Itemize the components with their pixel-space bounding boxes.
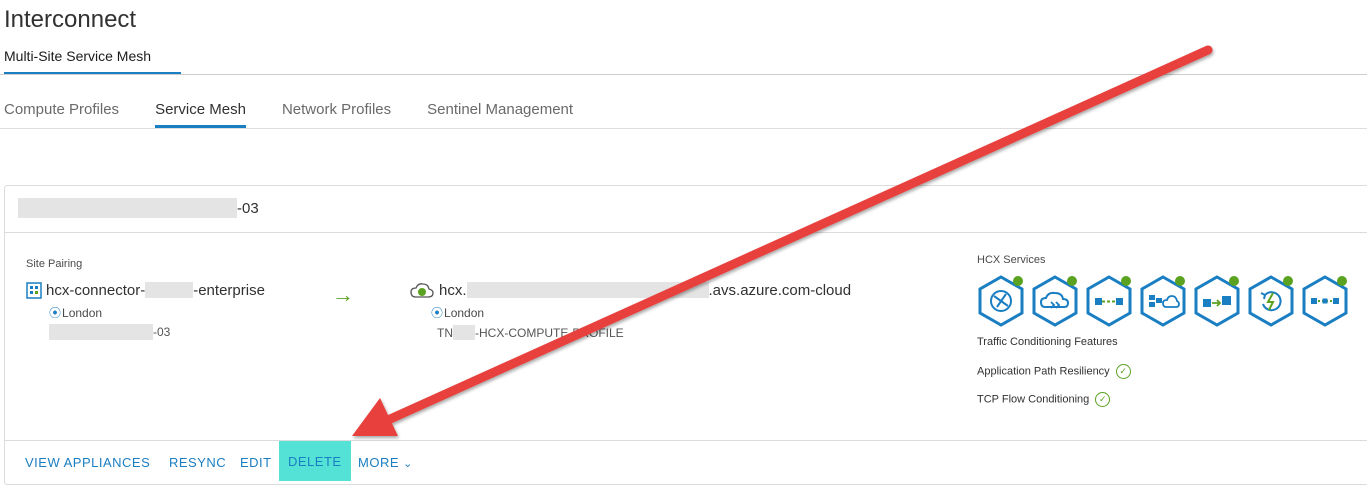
delete-button[interactable]: DELETE: [279, 441, 351, 481]
bulk-migration-icon[interactable]: [1139, 274, 1187, 328]
feature-label: Application Path Resiliency: [977, 365, 1110, 378]
more-button[interactable]: MORE ⌄: [358, 455, 413, 470]
location-pin-icon: ⦿: [431, 306, 444, 320]
card-header: -03: [5, 186, 1367, 233]
more-label: MORE: [358, 455, 399, 470]
redacted-destination-id: [466, 282, 709, 298]
view-appliances-button[interactable]: VIEW APPLIANCES: [25, 455, 150, 470]
destination-site-name: hcx. .avs.azure.com-cloud: [439, 282, 851, 299]
destination-site-name-suffix: .avs.azure.com-cloud: [708, 282, 852, 299]
page-title: Interconnect: [4, 6, 137, 33]
location-pin-icon: ⦿: [49, 306, 62, 320]
feature-tcp-flow-conditioning: TCP Flow Conditioning ✓: [977, 392, 1111, 407]
feature-label: TCP Flow Conditioning: [977, 393, 1090, 406]
source-site-name-suffix: -enterprise: [193, 282, 265, 299]
site-pairing-label: Site Pairing: [26, 258, 83, 270]
interconnect-icon[interactable]: [977, 274, 1025, 328]
source-site-name: hcx-connector- -enterprise: [46, 282, 265, 299]
destination-profile: TN -HCX-COMPUTE-PROFILE: [437, 325, 624, 340]
redacted-mesh-name: [18, 198, 237, 218]
traffic-conditioning-label: Traffic Conditioning Features: [977, 336, 1118, 348]
service-status-dot: [1337, 276, 1347, 286]
tab-sentinel-management[interactable]: Sentinel Management: [427, 101, 573, 128]
mobility-optimized-networking-icon[interactable]: [1301, 274, 1349, 328]
destination-location: ⦿London: [431, 304, 484, 321]
wan-optimization-icon[interactable]: [1031, 274, 1079, 328]
destination-site-name-prefix: hcx.: [439, 282, 467, 299]
hcx-services-list: [977, 274, 1355, 328]
source-profile-suffix: -03: [153, 325, 171, 339]
check-circle-icon: ✓: [1095, 392, 1111, 407]
source-location: ⦿London: [49, 304, 102, 321]
service-status-dot: [1175, 276, 1185, 286]
source-location-text: London: [62, 306, 103, 320]
tab-compute-profiles[interactable]: Compute Profiles: [4, 101, 119, 128]
service-status-dot: [1229, 276, 1239, 286]
source-site-name-prefix: hcx-connector-: [46, 282, 146, 299]
service-status-dot: [1283, 276, 1293, 286]
chevron-down-icon: ⌄: [403, 458, 413, 470]
pairing-arrow-icon: →: [332, 282, 354, 307]
redacted-source-profile: [49, 324, 153, 340]
network-extension-icon[interactable]: [1085, 274, 1133, 328]
subtab-bar: Compute Profiles Service Mesh Network Pr…: [4, 101, 609, 128]
header-divider: [0, 74, 1367, 75]
check-circle-icon: ✓: [1115, 364, 1131, 379]
service-status-dot: [1121, 276, 1131, 286]
tab-service-mesh[interactable]: Service Mesh: [155, 101, 246, 128]
edit-button[interactable]: EDIT: [240, 455, 272, 470]
mesh-name: -03: [237, 200, 259, 217]
building-icon: [26, 282, 42, 299]
cloud-icon: [410, 283, 434, 298]
resync-button[interactable]: RESYNC: [169, 455, 226, 470]
vmotion-migration-icon[interactable]: [1193, 274, 1241, 328]
service-status-dot: [1013, 276, 1023, 286]
destination-location-text: London: [444, 306, 485, 320]
tab-network-profiles[interactable]: Network Profiles: [282, 101, 391, 128]
subtab-divider: [0, 128, 1367, 129]
service-mesh-card: -03 Site Pairing hcx-connector- -enterpri…: [4, 185, 1367, 485]
destination-profile-prefix: TN: [437, 326, 453, 340]
disaster-recovery-icon[interactable]: [1247, 274, 1295, 328]
card-footer-actions: VIEW APPLIANCES RESYNC EDIT DELETE MORE …: [5, 440, 1367, 484]
hcx-services-label: HCX Services: [977, 254, 1046, 266]
tab-multi-site-service-mesh[interactable]: Multi-Site Service Mesh: [4, 48, 181, 75]
destination-profile-suffix: -HCX-COMPUTE-PROFILE: [475, 326, 624, 340]
feature-application-path-resiliency: Application Path Resiliency ✓: [977, 364, 1131, 379]
redacted-source-id: [145, 282, 194, 298]
redacted-destination-profile: [453, 325, 475, 340]
service-status-dot: [1067, 276, 1077, 286]
